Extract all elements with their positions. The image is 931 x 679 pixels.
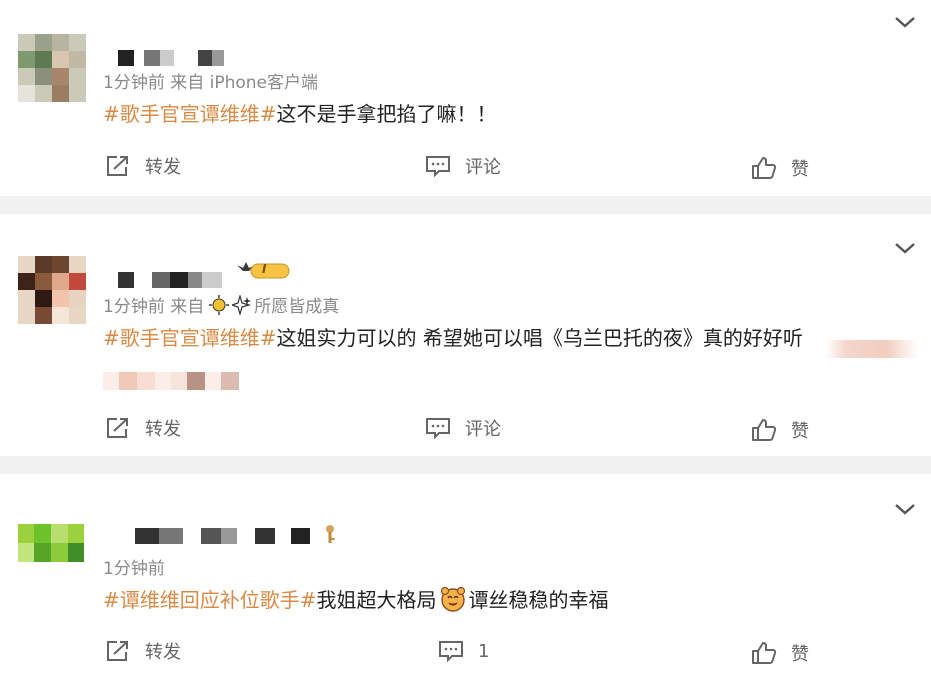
like-button[interactable]: 赞: [751, 417, 809, 443]
comment-label: 评论: [465, 157, 501, 178]
repost-icon: [107, 418, 128, 438]
repost-button[interactable]: 转发: [105, 153, 181, 179]
post-1: 1分钟前 来自 iPhone客户端 #歌手官宣谭维维#这不是手拿把掐了嘛！！ 转…: [0, 0, 931, 196]
topic-link[interactable]: #歌手官宣谭维维#: [103, 102, 277, 126]
thumbs-up-icon: [752, 642, 777, 664]
post-text: 这姐实力可以的 希望她可以唱《乌兰巴托的夜》真的好好听: [276, 326, 803, 350]
emoji-blurred: [826, 340, 918, 358]
post-content: #歌手官宣谭维维#这姐实力可以的 希望她可以唱《乌兰巴托的夜》真的好好听: [103, 322, 803, 351]
comment-button[interactable]: 评论: [425, 153, 501, 179]
like-button[interactable]: 赞: [751, 640, 809, 666]
post-source[interactable]: 所愿皆成真: [254, 292, 339, 317]
username-blurred[interactable]: [118, 272, 222, 288]
post-meta: 1分钟前: [103, 559, 165, 579]
repost-button[interactable]: 转发: [105, 415, 181, 441]
post-3: 1分钟前 #谭维维回应补位歌手# 我姐超大格局 谭丝稳稳的幸福 转发 1 赞: [0, 474, 931, 679]
like-label: 赞: [791, 644, 809, 665]
emoji-blurred: [103, 372, 239, 390]
post-meta: 1分钟前 来自 所愿皆成真: [103, 292, 339, 317]
post-content: #谭维维回应补位歌手# 我姐超大格局 谭丝稳稳的幸福: [103, 584, 609, 613]
comment-icon: [439, 641, 463, 663]
topic-link[interactable]: #歌手官宣谭维维#: [103, 326, 277, 350]
repost-icon: [107, 156, 128, 176]
post-text: 这不是手拿把掐了嘛！！: [276, 102, 497, 126]
repost-label: 转发: [145, 157, 181, 178]
post-meta: 1分钟前 来自 iPhone客户端: [103, 73, 319, 93]
separator: [0, 196, 931, 214]
like-label: 赞: [791, 421, 809, 442]
comment-button[interactable]: 1: [438, 639, 489, 663]
avatar[interactable]: [18, 256, 86, 324]
vip-badge-label: I: [262, 262, 267, 276]
repost-label: 转发: [145, 419, 181, 440]
like-button[interactable]: 赞: [751, 155, 809, 181]
comment-count: 1: [478, 640, 490, 662]
post-text: 我姐超大格局: [316, 588, 437, 612]
post-2: I 1分钟前 来自 所愿皆成真 #歌手官宣谭维维#这姐实力可以的 希望她可以唱《…: [0, 214, 931, 456]
face-emoji-icon: [440, 586, 465, 612]
chevron-down-icon[interactable]: [893, 501, 917, 517]
avatar[interactable]: [18, 524, 84, 562]
comment-icon: [426, 156, 450, 178]
thumbs-up-icon: [752, 419, 777, 441]
comment-button[interactable]: 评论: [425, 415, 501, 441]
comment-icon: [426, 418, 450, 440]
comment-label: 评论: [465, 419, 501, 440]
topic-link[interactable]: #谭维维回应补位歌手#: [103, 584, 317, 613]
username-blurred[interactable]: [135, 528, 310, 544]
key-icon: [326, 525, 335, 543]
post-text-2: 谭丝稳稳的幸福: [468, 588, 609, 612]
username-blurred[interactable]: [118, 50, 224, 66]
chevron-down-icon[interactable]: [893, 240, 917, 256]
sun-icon: [209, 294, 230, 315]
thumbs-up-icon: [752, 157, 777, 179]
repost-button[interactable]: 转发: [105, 638, 181, 664]
chevron-down-icon[interactable]: [893, 14, 917, 30]
separator: [0, 456, 931, 474]
repost-label: 转发: [145, 642, 181, 663]
post-time: 1分钟前 来自: [103, 297, 205, 317]
like-label: 赞: [791, 159, 809, 180]
sparkle-icon: [232, 294, 252, 315]
repost-icon: [107, 641, 128, 661]
post-content: #歌手官宣谭维维#这不是手拿把掐了嘛！！: [103, 98, 497, 127]
avatar[interactable]: [18, 34, 86, 102]
